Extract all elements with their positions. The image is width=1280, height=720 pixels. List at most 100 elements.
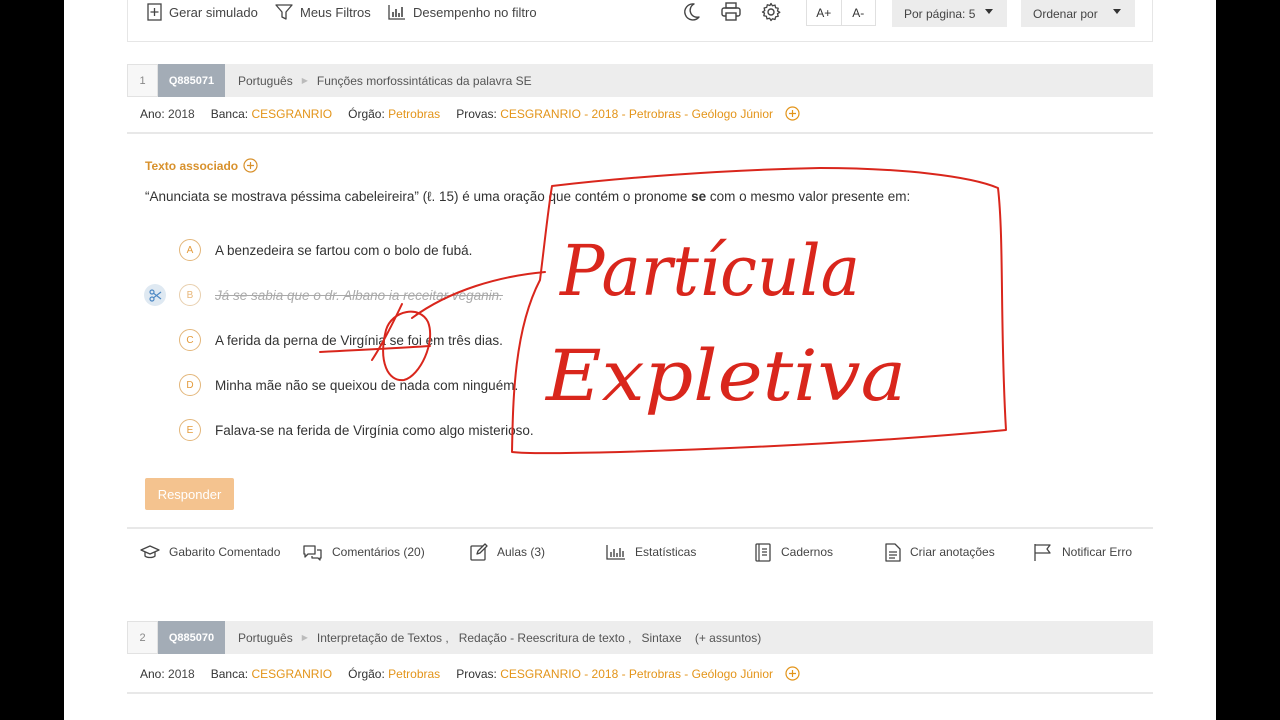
question-meta: Ano: 2018 Banca: CESGRANRIO Órgão: Petro…: [140, 106, 800, 121]
question-number: 2: [127, 621, 158, 654]
statement-bold: se: [691, 189, 707, 204]
question-number: 1: [127, 64, 158, 97]
question-header: 1 Q885071 Português ▶ Funções morfossint…: [127, 64, 1153, 97]
banca-link[interactable]: CESGRANRIO: [251, 107, 332, 121]
texto-associado-link[interactable]: Texto associado: [145, 158, 258, 173]
expand-provas-button[interactable]: [785, 106, 800, 121]
texto-associado-label: Texto associado: [145, 158, 239, 173]
eliminate-button[interactable]: [144, 284, 166, 306]
breadcrumb-subject[interactable]: Português: [238, 631, 293, 645]
orgao-link[interactable]: Petrobras: [388, 107, 440, 121]
expand-provas-button[interactable]: [785, 666, 800, 681]
gabarito-comentado-button[interactable]: Gabarito Comentado: [140, 540, 280, 564]
provas-label: Provas:: [456, 106, 497, 121]
ano-value: 2018: [168, 666, 195, 681]
printer-icon: [721, 2, 741, 21]
desempenho-label: Desempenho no filtro: [413, 4, 537, 20]
estatisticas-button[interactable]: Estatísticas: [606, 540, 696, 564]
alternative-letter[interactable]: A: [179, 239, 201, 261]
bar-chart-icon: [606, 545, 625, 560]
plus-circle-icon: [243, 158, 258, 173]
alternative-text: Já se sabia que o dr. Albano ia receitar…: [215, 287, 503, 303]
question-header: 2 Q885070 Português ▶ Interpretação de T…: [127, 621, 1153, 654]
font-size-controls: A+ A-: [806, 0, 876, 26]
responder-button[interactable]: Responder: [145, 478, 234, 510]
anotacoes-label: Criar anotações: [910, 545, 995, 559]
desempenho-button[interactable]: Desempenho no filtro: [388, 0, 537, 24]
breadcrumb-topics[interactable]: Interpretação de Textos , Redação - Rees…: [317, 631, 761, 645]
question-id-badge[interactable]: Q885070: [158, 621, 225, 654]
breadcrumb-arrow-icon: ▶: [301, 76, 308, 85]
alternative-letter[interactable]: B: [179, 284, 201, 306]
gear-icon: [761, 2, 781, 22]
alternative-d[interactable]: D Minha mãe não se queixou de nada com n…: [179, 373, 518, 397]
meus-filtros-button[interactable]: Meus Filtros: [275, 0, 371, 24]
criar-anotacoes-button[interactable]: Criar anotações: [885, 540, 995, 564]
alternative-letter[interactable]: C: [179, 329, 201, 351]
notificar-erro-button[interactable]: Notificar Erro: [1033, 540, 1132, 564]
banca-link[interactable]: CESGRANRIO: [251, 667, 332, 681]
cadernos-button[interactable]: Cadernos: [754, 540, 833, 564]
alternative-text: A benzedeira se fartou com o bolo de fub…: [215, 242, 473, 258]
cadernos-label: Cadernos: [781, 545, 834, 559]
aulas-button[interactable]: Aulas (3): [470, 540, 545, 564]
question-actions: Gabarito Comentado Comentários (20) Aula…: [127, 540, 1153, 564]
edit-icon: [470, 543, 488, 561]
font-decrease-button[interactable]: A-: [840, 0, 876, 25]
question-statement: “Anunciata se mostrava péssima cabeleire…: [145, 189, 910, 204]
alternative-e[interactable]: E Falava-se na ferida de Virgínia como a…: [179, 418, 534, 442]
flag-icon: [1034, 543, 1051, 561]
comentarios-label: Comentários (20): [332, 545, 425, 559]
question-id-badge[interactable]: Q885071: [158, 64, 225, 97]
print-button[interactable]: [721, 0, 741, 24]
banca-label: Banca:: [210, 666, 249, 681]
breadcrumb-arrow-icon: ▶: [301, 633, 308, 642]
ano-label: Ano:: [140, 106, 165, 121]
alternative-text: Falava-se na ferida de Virgínia como alg…: [215, 422, 534, 438]
graduation-cap-icon: [140, 545, 160, 559]
breadcrumb-topic[interactable]: Funções morfossintáticas da palavra SE: [317, 74, 532, 88]
alternative-letter[interactable]: D: [179, 374, 201, 396]
divider: [127, 692, 1153, 694]
notebook-icon: [755, 542, 771, 562]
alternative-text: Minha mãe não se queixou de nada com nin…: [215, 377, 519, 393]
comentarios-button[interactable]: Comentários (20): [302, 540, 425, 564]
content-area: Gerar simulado Meus Filtros Desempenho n…: [127, 0, 1153, 720]
chat-bubbles-icon: [303, 544, 322, 561]
orgao-link[interactable]: Petrobras: [388, 667, 440, 681]
document-icon: [885, 542, 901, 562]
orgao-label: Órgão:: [348, 106, 385, 121]
alternative-a[interactable]: A A benzedeira se fartou com o bolo de f…: [179, 238, 472, 262]
per-page-value: Por página: 5: [904, 6, 976, 21]
alternative-c[interactable]: C A ferida da perna de Virgínia se foi e…: [179, 328, 503, 352]
alternative-text: A ferida da perna de Virgínia se foi em …: [215, 332, 503, 348]
bar-chart-icon: [388, 5, 405, 20]
provas-link[interactable]: CESGRANRIO - 2018 - Petrobras - Geólogo …: [500, 667, 773, 681]
page: Gerar simulado Meus Filtros Desempenho n…: [64, 0, 1216, 720]
estatisticas-label: Estatísticas: [635, 545, 697, 559]
moon-icon: [684, 3, 700, 21]
alternative-b[interactable]: B Já se sabia que o dr. Albano ia receit…: [179, 283, 503, 307]
divider: [127, 527, 1153, 529]
statement-part2: com o mesmo valor presente em:: [706, 189, 911, 204]
breadcrumb-subject[interactable]: Português: [238, 74, 293, 88]
gerar-simulado-button[interactable]: Gerar simulado: [147, 0, 258, 24]
font-increase-button[interactable]: A+: [807, 0, 841, 25]
alternative-letter[interactable]: E: [179, 419, 201, 441]
order-by-value: Ordenar por: [1033, 6, 1098, 21]
toolbar: Gerar simulado Meus Filtros Desempenho n…: [127, 0, 1153, 42]
order-by-select[interactable]: Ordenar por: [1021, 0, 1135, 27]
provas-label: Provas:: [456, 666, 497, 681]
chevron-down-icon: [985, 9, 993, 14]
notificar-label: Notificar Erro: [1062, 545, 1133, 559]
settings-button[interactable]: [761, 0, 781, 24]
plus-circle-icon: [785, 106, 800, 121]
provas-link[interactable]: CESGRANRIO - 2018 - Petrobras - Geólogo …: [500, 107, 773, 121]
ano-value: 2018: [168, 106, 195, 121]
per-page-select[interactable]: Por página: 5: [892, 0, 1007, 27]
ano-label: Ano:: [140, 666, 165, 681]
add-document-icon: [147, 3, 162, 21]
banca-label: Banca:: [210, 106, 249, 121]
aulas-label: Aulas (3): [497, 545, 546, 559]
dark-mode-button[interactable]: [681, 0, 701, 24]
